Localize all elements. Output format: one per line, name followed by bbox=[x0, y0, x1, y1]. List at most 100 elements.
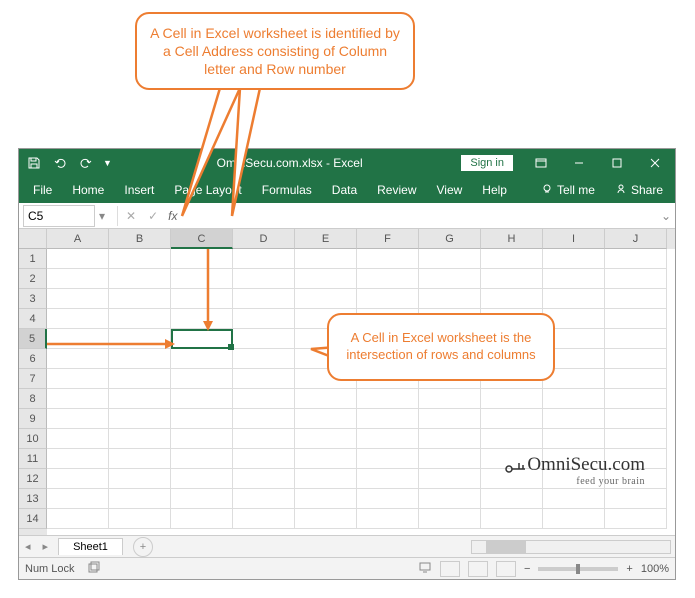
qat-dropdown-icon[interactable]: ▼ bbox=[103, 158, 112, 168]
formula-expand-icon[interactable]: ⌄ bbox=[657, 209, 675, 223]
cell[interactable] bbox=[233, 489, 295, 509]
cell[interactable] bbox=[481, 249, 543, 269]
cell[interactable] bbox=[605, 489, 667, 509]
col-header-c[interactable]: C bbox=[171, 229, 233, 249]
share-label[interactable]: Share bbox=[631, 183, 663, 197]
cell[interactable] bbox=[47, 269, 109, 289]
cell[interactable] bbox=[419, 389, 481, 409]
cell[interactable] bbox=[233, 509, 295, 529]
cell[interactable] bbox=[419, 429, 481, 449]
cell[interactable] bbox=[233, 409, 295, 429]
cell[interactable] bbox=[543, 249, 605, 269]
row-header-7[interactable]: 7 bbox=[19, 369, 47, 389]
cell[interactable] bbox=[605, 269, 667, 289]
cell[interactable] bbox=[295, 289, 357, 309]
cell[interactable] bbox=[171, 469, 233, 489]
cell[interactable] bbox=[543, 389, 605, 409]
cell[interactable] bbox=[171, 369, 233, 389]
zoom-out-icon[interactable]: − bbox=[524, 563, 530, 575]
cell[interactable] bbox=[109, 469, 171, 489]
selected-cell-c5[interactable] bbox=[171, 329, 233, 349]
row-header-12[interactable]: 12 bbox=[19, 469, 47, 489]
cell[interactable] bbox=[109, 249, 171, 269]
cell[interactable] bbox=[233, 249, 295, 269]
col-header-h[interactable]: H bbox=[481, 229, 543, 249]
cell[interactable] bbox=[233, 389, 295, 409]
cell[interactable] bbox=[543, 289, 605, 309]
cell[interactable] bbox=[47, 309, 109, 329]
zoom-in-icon[interactable]: + bbox=[626, 563, 632, 575]
cell[interactable] bbox=[295, 469, 357, 489]
cell[interactable] bbox=[171, 389, 233, 409]
cell[interactable] bbox=[419, 409, 481, 429]
cell[interactable] bbox=[109, 449, 171, 469]
cell[interactable] bbox=[543, 429, 605, 449]
row-header-1[interactable]: 1 bbox=[19, 249, 47, 269]
col-header-d[interactable]: D bbox=[233, 229, 295, 249]
cell[interactable] bbox=[605, 289, 667, 309]
maximize-icon[interactable] bbox=[599, 149, 635, 177]
row-header-2[interactable]: 2 bbox=[19, 269, 47, 289]
cell[interactable] bbox=[543, 269, 605, 289]
sheet-nav-next-icon[interactable]: ▸ bbox=[37, 540, 55, 553]
cell[interactable] bbox=[419, 489, 481, 509]
cell[interactable] bbox=[109, 509, 171, 529]
cell[interactable] bbox=[357, 269, 419, 289]
tab-insert[interactable]: Insert bbox=[114, 179, 164, 201]
cell[interactable] bbox=[605, 329, 667, 349]
add-sheet-button[interactable]: + bbox=[133, 537, 153, 557]
cell[interactable] bbox=[47, 509, 109, 529]
cell[interactable] bbox=[357, 409, 419, 429]
cell[interactable] bbox=[47, 489, 109, 509]
cell[interactable] bbox=[419, 269, 481, 289]
cell[interactable] bbox=[47, 429, 109, 449]
row-header-8[interactable]: 8 bbox=[19, 389, 47, 409]
cell[interactable] bbox=[171, 489, 233, 509]
tab-data[interactable]: Data bbox=[322, 179, 367, 201]
cell[interactable] bbox=[605, 509, 667, 529]
cell[interactable] bbox=[109, 429, 171, 449]
cell[interactable] bbox=[605, 389, 667, 409]
cell[interactable] bbox=[357, 509, 419, 529]
row-header-11[interactable]: 11 bbox=[19, 449, 47, 469]
cell[interactable] bbox=[295, 509, 357, 529]
col-header-e[interactable]: E bbox=[295, 229, 357, 249]
cell[interactable] bbox=[171, 409, 233, 429]
col-header-b[interactable]: B bbox=[109, 229, 171, 249]
cell[interactable] bbox=[481, 489, 543, 509]
page-break-view-icon[interactable] bbox=[496, 561, 516, 577]
scrollbar-thumb[interactable] bbox=[486, 541, 526, 553]
cell[interactable] bbox=[605, 429, 667, 449]
normal-view-icon[interactable] bbox=[440, 561, 460, 577]
sheet-nav-prev-icon[interactable]: ◂ bbox=[19, 540, 37, 553]
cell[interactable] bbox=[47, 249, 109, 269]
cell[interactable] bbox=[171, 349, 233, 369]
tellme-label[interactable]: Tell me bbox=[557, 183, 595, 197]
zoom-level[interactable]: 100% bbox=[641, 563, 669, 575]
cell[interactable] bbox=[109, 309, 171, 329]
cell[interactable] bbox=[295, 389, 357, 409]
cell[interactable] bbox=[605, 349, 667, 369]
close-icon[interactable] bbox=[637, 149, 673, 177]
row-header-13[interactable]: 13 bbox=[19, 489, 47, 509]
cell[interactable] bbox=[295, 249, 357, 269]
cell[interactable] bbox=[481, 389, 543, 409]
fill-handle[interactable] bbox=[228, 344, 234, 350]
cell[interactable] bbox=[109, 289, 171, 309]
row-header-10[interactable]: 10 bbox=[19, 429, 47, 449]
cell[interactable] bbox=[481, 409, 543, 429]
cell[interactable] bbox=[171, 449, 233, 469]
display-settings-icon[interactable] bbox=[418, 560, 432, 577]
row-header-14[interactable]: 14 bbox=[19, 509, 47, 529]
row-header-4[interactable]: 4 bbox=[19, 309, 47, 329]
cell[interactable] bbox=[233, 469, 295, 489]
tab-home[interactable]: Home bbox=[62, 179, 114, 201]
cell[interactable] bbox=[295, 269, 357, 289]
cell[interactable] bbox=[233, 329, 295, 349]
cell[interactable] bbox=[481, 269, 543, 289]
cell[interactable] bbox=[109, 369, 171, 389]
cell[interactable] bbox=[357, 429, 419, 449]
cell[interactable] bbox=[47, 289, 109, 309]
col-header-a[interactable]: A bbox=[47, 229, 109, 249]
zoom-slider-thumb[interactable] bbox=[576, 564, 580, 574]
